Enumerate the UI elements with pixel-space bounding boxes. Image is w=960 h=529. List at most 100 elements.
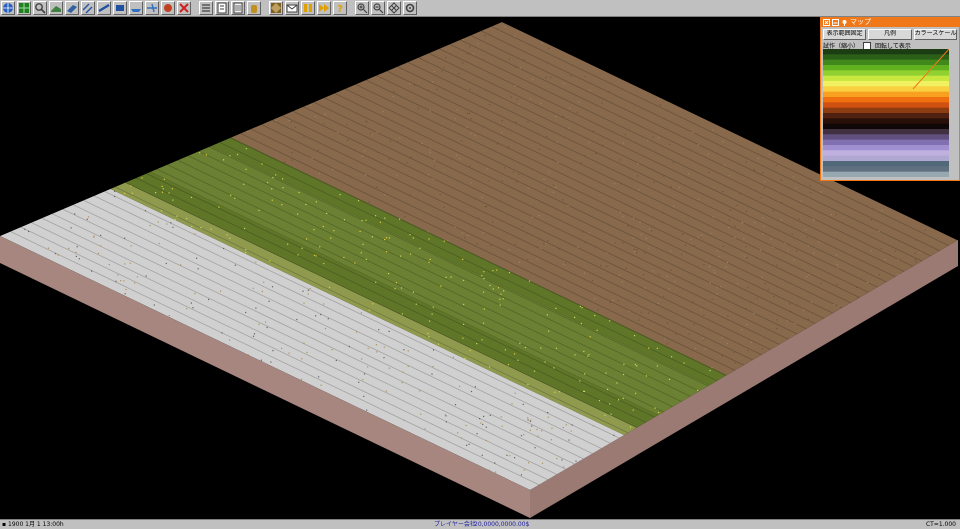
terrain-speckle <box>574 316 576 318</box>
terrain-speckle <box>136 276 138 278</box>
terrain-speckle <box>481 196 483 198</box>
terrain-speckle <box>811 301 813 303</box>
terrain-speckle <box>619 211 621 213</box>
terrain-speckle <box>407 365 409 367</box>
zoom-in-tool[interactable] <box>355 1 369 15</box>
inspect-tool[interactable] <box>33 1 47 15</box>
terrain-speckle <box>711 298 713 300</box>
ship-tool[interactable] <box>129 1 143 15</box>
line-management-tool[interactable] <box>199 1 213 15</box>
terrain-speckle <box>746 390 748 392</box>
terrain-speckle <box>482 59 484 61</box>
terrain-speckle <box>609 301 611 303</box>
terrain-speckle <box>697 389 699 391</box>
terrain-speckle <box>532 78 534 80</box>
player-tool[interactable] <box>247 1 261 15</box>
terrain-speckle <box>503 290 505 292</box>
terrain-map[interactable] <box>0 17 960 519</box>
terrain-speckle <box>443 206 445 208</box>
terrain-speckle <box>594 298 596 300</box>
terrain-speckle <box>926 294 928 297</box>
terrain-speckle <box>315 315 317 317</box>
terrain-speckle <box>141 177 143 179</box>
terrain-speckle <box>552 191 555 193</box>
terrain-speckle <box>263 281 265 283</box>
rail-tool[interactable] <box>81 1 95 15</box>
terrain-speckle <box>410 253 412 255</box>
finance-tool[interactable] <box>215 1 229 15</box>
map-tool[interactable] <box>17 1 31 15</box>
tram-tool[interactable] <box>113 1 127 15</box>
fix-view-button[interactable]: 表示範囲固定 <box>823 29 867 40</box>
terrain-speckle <box>763 187 766 189</box>
zoom-out-tool[interactable] <box>371 1 385 15</box>
terrain-speckle <box>343 256 345 259</box>
minimap-tool[interactable] <box>269 1 283 15</box>
terrain-speckle <box>671 356 673 358</box>
minimap-titlebar[interactable]: マップ <box>821 18 959 27</box>
terrain-speckle <box>78 258 80 260</box>
terrain-speckle <box>124 293 126 295</box>
terrain-speckle <box>540 247 542 249</box>
terrain-speckle <box>835 254 837 256</box>
minimize-icon[interactable] <box>832 19 839 26</box>
terrain-speckle <box>476 343 478 345</box>
terrain-speckle <box>450 276 452 278</box>
fastforward-tool[interactable] <box>317 1 331 15</box>
terrain-speckle <box>683 362 685 364</box>
color-scale-button[interactable]: カラースケール <box>913 29 957 40</box>
scale-band <box>823 150 949 157</box>
air-tool[interactable] <box>145 1 159 15</box>
settings-tool[interactable] <box>403 1 417 15</box>
terrain-speckle <box>362 243 364 245</box>
road-tool[interactable] <box>65 1 79 15</box>
terrain-speckle <box>878 274 880 276</box>
terrain-speckle <box>746 257 748 259</box>
terrain-speckle <box>610 413 612 415</box>
terrain-speckle <box>745 308 747 310</box>
terrain-speckle <box>223 159 225 161</box>
road-icon <box>66 2 78 14</box>
terrain-speckle <box>433 71 435 73</box>
terrain-speckle <box>427 332 429 335</box>
terrain-speckle <box>529 420 531 422</box>
grid-tool[interactable] <box>387 1 401 15</box>
legend-button[interactable]: 凡例 <box>868 29 912 40</box>
pin-icon[interactable] <box>841 19 848 26</box>
terrain-speckle <box>870 250 872 252</box>
pause-tool[interactable] <box>301 1 315 15</box>
terrain-speckle <box>580 162 582 164</box>
special-tool[interactable] <box>161 1 175 15</box>
remove-tool[interactable] <box>177 1 191 15</box>
slope-tool[interactable] <box>49 1 63 15</box>
terrain-speckle <box>441 70 443 72</box>
terrain-speckle <box>550 439 552 441</box>
convoy-list-tool[interactable] <box>231 1 245 15</box>
terrain-speckle <box>208 298 210 301</box>
terrain-speckle <box>780 219 782 221</box>
help-tool[interactable]: ? <box>333 1 347 15</box>
terrain-speckle <box>443 66 445 68</box>
terrain-speckle <box>618 274 620 276</box>
terrain-speckle <box>870 219 872 221</box>
close-icon[interactable] <box>823 19 830 26</box>
minimap-window[interactable]: マップ 表示範囲固定 凡例 カラースケール 試作（縮小） 回転して表示 <box>820 17 960 181</box>
terrain-speckle <box>619 159 622 161</box>
terrain-speckle <box>218 206 220 208</box>
terrain-speckle <box>307 289 309 291</box>
pause-icon <box>302 2 314 14</box>
terrain-speckle <box>693 245 695 247</box>
terrain-speckle <box>480 422 482 424</box>
monorail-tool[interactable] <box>97 1 111 15</box>
terrain-speckle <box>180 264 182 266</box>
terrain-speckle <box>194 233 196 235</box>
game-viewport[interactable] <box>0 17 960 519</box>
terrain-speckle <box>569 107 571 109</box>
terrain-speckle <box>328 286 331 289</box>
terrain-speckle <box>499 298 501 300</box>
terrain-speckle <box>527 121 529 123</box>
main-menu-tool[interactable] <box>1 1 15 15</box>
messages-tool[interactable] <box>285 1 299 15</box>
terrain-surface[interactable] <box>0 22 960 490</box>
terrain-speckle <box>698 236 700 238</box>
